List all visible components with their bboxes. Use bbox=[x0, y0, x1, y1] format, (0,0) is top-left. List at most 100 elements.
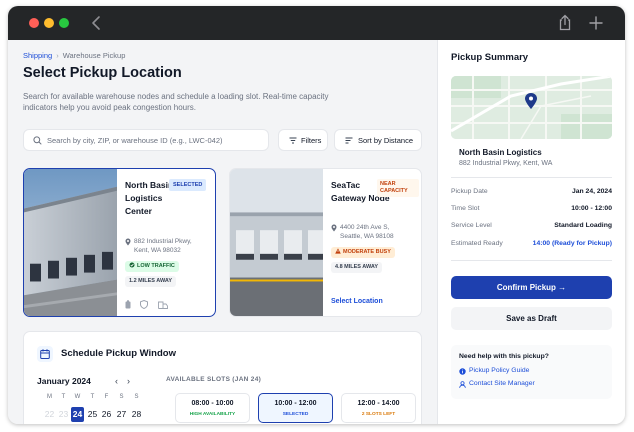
near-capacity-badge: NEAR CAPACITY bbox=[377, 179, 419, 197]
traffic-badge: LOW TRAFFIC bbox=[125, 261, 179, 272]
prev-month-button[interactable]: ‹ bbox=[115, 376, 118, 386]
search-input[interactable] bbox=[47, 133, 262, 148]
title-bar bbox=[8, 6, 625, 40]
calendar-day-selected[interactable]: 24 bbox=[71, 407, 84, 422]
confirm-pickup-button[interactable]: Confirm Pickup → bbox=[451, 276, 612, 299]
weekday-label: T bbox=[90, 394, 95, 400]
back-chevron-icon[interactable] bbox=[88, 14, 106, 32]
warehouse-photo bbox=[24, 169, 117, 316]
time-slot[interactable]: 08:00 - 10:00 HIGH AVAILABILITY bbox=[175, 393, 250, 423]
schedule-title: Schedule Pickup Window bbox=[61, 348, 176, 359]
minimize-window-button[interactable] bbox=[44, 18, 54, 28]
calendar-day[interactable]: 28 bbox=[130, 407, 143, 422]
available-slots-label: AVAILABLE SLOTS (JAN 24) bbox=[166, 376, 262, 383]
search-box[interactable] bbox=[23, 129, 269, 151]
weekday-label: W bbox=[74, 394, 81, 400]
map-pin-icon bbox=[331, 224, 337, 232]
traffic-text: MODERATE BUSY bbox=[343, 249, 391, 255]
help-link-text: Contact Site Manager bbox=[469, 380, 535, 387]
sort-by-distance-button[interactable]: Sort by Distance bbox=[334, 129, 422, 151]
schedule-panel: Schedule Pickup Window January 2024 ‹ › … bbox=[23, 331, 422, 424]
user-icon bbox=[459, 381, 466, 388]
location-address-text: 882 Industrial Pkwy, Kent, WA 98032 bbox=[134, 238, 192, 254]
filters-label: Filters bbox=[301, 136, 322, 145]
document-icon bbox=[459, 368, 466, 375]
plus-icon[interactable] bbox=[587, 14, 605, 32]
breadcrumb-shipping-link[interactable]: Shipping bbox=[23, 51, 52, 60]
selected-badge: SELECTED bbox=[169, 179, 207, 191]
page-description: Search for available warehouse nodes and… bbox=[23, 92, 329, 112]
help-box: Need help with this pickup? Pickup Polic… bbox=[451, 345, 612, 399]
save-as-draft-button[interactable]: Save as Draft bbox=[451, 307, 612, 330]
calendar-icon bbox=[40, 349, 50, 359]
slot-status: 2 SLOTS LEFT bbox=[361, 412, 396, 417]
close-window-button[interactable] bbox=[29, 18, 39, 28]
distance-badge: 4.8 MILES AWAY bbox=[331, 262, 382, 273]
breadcrumb: Shipping › Warehouse Pickup bbox=[23, 51, 125, 60]
distance-badge: 1.2 MILES AWAY bbox=[125, 276, 176, 287]
next-month-button[interactable]: › bbox=[127, 376, 130, 386]
weekday-label: M bbox=[47, 394, 52, 400]
calendar-icon-box bbox=[37, 346, 53, 362]
slot-status: SELECTED bbox=[282, 412, 309, 417]
map-pin-icon bbox=[125, 238, 131, 246]
pickup-date-value: Jan 24, 2024 bbox=[571, 188, 612, 195]
warning-icon bbox=[335, 247, 341, 254]
amenities-row bbox=[125, 296, 173, 314]
location-card-seatac[interactable]: SeaTac Gateway Node NEAR CAPACITY 4400 2… bbox=[229, 168, 422, 317]
time-slot-value: 10:00 - 12:00 bbox=[571, 205, 612, 212]
shield-icon bbox=[140, 296, 149, 314]
breadcrumb-separator: › bbox=[56, 51, 59, 60]
slot-time: 10:00 - 12:00 bbox=[274, 400, 317, 407]
sort-icon bbox=[345, 137, 353, 144]
summary-title: Pickup Summary bbox=[451, 52, 529, 63]
filter-icon bbox=[289, 137, 297, 144]
calendar-day[interactable]: 27 bbox=[115, 407, 128, 422]
summary-location-address: 882 Industrial Pkwy, Kent, WA bbox=[459, 160, 553, 167]
summary-location-name: North Basin Logistics bbox=[459, 148, 542, 157]
traffic-icon bbox=[129, 262, 135, 267]
zoom-window-button[interactable] bbox=[59, 18, 69, 28]
help-link-text: Pickup Policy Guide bbox=[469, 367, 530, 374]
select-location-link[interactable]: Select Location bbox=[331, 298, 383, 305]
calendar-month: January 2024 bbox=[37, 376, 91, 386]
calendar-day[interactable]: 23 bbox=[57, 407, 70, 422]
pickup-date-label: Pickup Date bbox=[451, 188, 488, 195]
slot-time: 08:00 - 10:00 bbox=[191, 400, 234, 407]
search-icon bbox=[33, 136, 42, 145]
location-card-body: SeaTac Gateway Node NEAR CAPACITY 4400 2… bbox=[331, 169, 421, 316]
calendar-day[interactable]: 25 bbox=[86, 407, 99, 422]
main-content: Shipping › Warehouse Pickup Select Pickup … bbox=[8, 40, 437, 424]
battery-icon bbox=[125, 296, 131, 314]
traffic-text: LOW TRAFFIC bbox=[137, 263, 175, 269]
page-title: Select Pickup Location bbox=[23, 65, 182, 81]
weekday-label: S bbox=[134, 394, 139, 400]
estimated-ready-label: Estimated Ready bbox=[451, 240, 503, 247]
sort-label: Sort by Distance bbox=[358, 136, 414, 145]
estimated-ready-value: 14:00 (Ready for Pickup) bbox=[532, 240, 612, 247]
slot-time: 12:00 - 14:00 bbox=[357, 400, 400, 407]
divider bbox=[451, 177, 612, 178]
slot-status: HIGH AVAILABILITY bbox=[189, 412, 236, 417]
loading-dock-icon bbox=[157, 296, 168, 314]
share-icon[interactable] bbox=[556, 14, 574, 32]
calendar-day[interactable]: 26 bbox=[100, 407, 113, 422]
warehouse-photo bbox=[230, 169, 323, 316]
time-slot-selected[interactable]: 10:00 - 12:00 SELECTED bbox=[258, 393, 333, 423]
time-slot-label: Time Slot bbox=[451, 205, 480, 212]
help-title: Need help with this pickup? bbox=[459, 353, 549, 360]
weekday-label: T bbox=[61, 394, 66, 400]
weekday-label: F bbox=[104, 394, 109, 400]
location-card-body: North Basin Logistics Center SELECTED 88… bbox=[125, 169, 215, 316]
traffic-badge: MODERATE BUSY bbox=[331, 247, 395, 258]
app-window: Shipping › Warehouse Pickup Select Pickup … bbox=[8, 6, 625, 424]
location-map[interactable] bbox=[451, 76, 612, 139]
calendar-day[interactable]: 22 bbox=[43, 407, 56, 422]
service-level-value: Standard Loading bbox=[554, 222, 612, 229]
location-card-north-basin[interactable]: North Basin Logistics Center SELECTED 88… bbox=[23, 168, 216, 317]
pickup-summary-panel: Pickup Summary North Basin Logistics 882… bbox=[437, 40, 625, 424]
divider bbox=[451, 260, 612, 261]
filters-button[interactable]: Filters bbox=[278, 129, 328, 151]
weekday-label: S bbox=[119, 394, 124, 400]
time-slot[interactable]: 12:00 - 14:00 2 SLOTS LEFT bbox=[341, 393, 416, 423]
